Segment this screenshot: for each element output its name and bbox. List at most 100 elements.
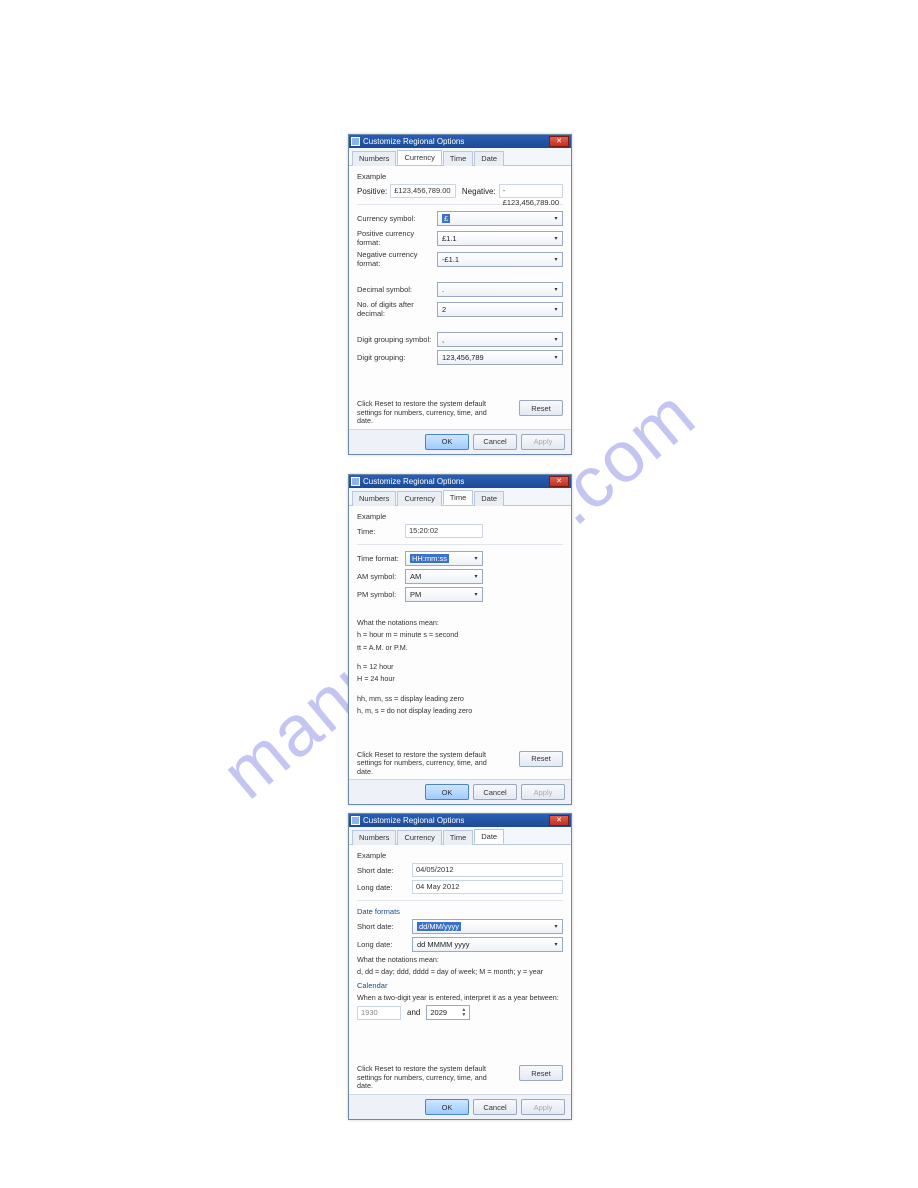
tab-currency[interactable]: Currency	[397, 830, 441, 845]
year-and: and	[407, 1008, 420, 1017]
ok-button[interactable]: OK	[425, 784, 469, 800]
notation-line: h = hour m = minute s = second	[357, 630, 563, 639]
tabstrip: Numbers Currency Time Date	[349, 827, 571, 845]
chevron-down-icon: ▾	[552, 923, 560, 931]
group-symbol-label: Digit grouping symbol:	[357, 335, 437, 344]
pm-symbol-combo[interactable]: PM ▾	[405, 587, 483, 602]
tab-time[interactable]: Time	[443, 151, 473, 166]
grouping-combo[interactable]: 123,456,789 ▾	[437, 350, 563, 365]
currency-symbol-label: Currency symbol:	[357, 214, 437, 223]
notation-line: h, m, s = do not display leading zero	[357, 706, 563, 715]
time-format-combo[interactable]: HH:mm:ss ▾	[405, 551, 483, 566]
positive-value: £123,456,789.00	[390, 184, 456, 198]
combo-text: .	[442, 285, 444, 294]
pm-symbol-label: PM symbol:	[357, 590, 405, 599]
tab-numbers[interactable]: Numbers	[352, 491, 396, 506]
combo-text: £	[442, 214, 450, 223]
app-icon	[351, 477, 360, 486]
notation-line: tt = A.M. or P.M.	[357, 643, 563, 652]
combo-text: -£1.1	[442, 255, 459, 264]
long-fmt-combo[interactable]: dd MMMM yyyy ▾	[412, 937, 563, 952]
positive-format-label: Positive currency format:	[357, 229, 437, 247]
combo-text: PM	[410, 590, 421, 599]
group-symbol-combo[interactable]: , ▾	[437, 332, 563, 347]
chevron-down-icon: ▾	[552, 286, 560, 294]
positive-format-combo[interactable]: £1.1 ▾	[437, 231, 563, 246]
combo-text: 123,456,789	[442, 353, 484, 362]
tab-time[interactable]: Time	[443, 830, 473, 845]
combo-text: dd/MM/yyyy	[417, 922, 461, 931]
tab-date[interactable]: Date	[474, 829, 504, 844]
notation-line: h = 12 hour	[357, 662, 563, 671]
tab-currency[interactable]: Currency	[397, 150, 441, 165]
currency-symbol-combo[interactable]: £ ▾	[437, 211, 563, 226]
tab-currency[interactable]: Currency	[397, 491, 441, 506]
time-format-label: Time format:	[357, 554, 405, 563]
chevron-down-icon: ▾	[472, 555, 480, 563]
tabstrip: Numbers Currency Time Date	[349, 148, 571, 166]
cancel-button[interactable]: Cancel	[473, 784, 517, 800]
close-button[interactable]: ✕	[549, 815, 569, 826]
time-label: Time:	[357, 527, 405, 536]
date-notations-title: What the notations mean:	[357, 955, 563, 964]
combo-text: AM	[410, 572, 421, 581]
negative-format-combo[interactable]: -£1.1 ▾	[437, 252, 563, 267]
chevron-down-icon: ▾	[552, 305, 560, 313]
short-date-value: 04/05/2012	[412, 863, 563, 877]
spinner-arrows-icon: ▲▼	[461, 1008, 466, 1018]
combo-text: dd MMMM yyyy	[417, 940, 470, 949]
cancel-button[interactable]: Cancel	[473, 434, 517, 450]
year-to-value: 2029	[430, 1008, 447, 1017]
example-label: Example	[357, 512, 563, 521]
chevron-down-icon: ▾	[552, 354, 560, 362]
cancel-button[interactable]: Cancel	[473, 1099, 517, 1115]
reset-text: Click Reset to restore the system defaul…	[357, 751, 487, 777]
long-fmt-label: Long date:	[357, 940, 412, 949]
ok-button[interactable]: OK	[425, 1099, 469, 1115]
combo-text: £1.1	[442, 234, 457, 243]
apply-button[interactable]: Apply	[521, 784, 565, 800]
app-icon	[351, 816, 360, 825]
am-symbol-combo[interactable]: AM ▾	[405, 569, 483, 584]
dialog-currency: Customize Regional Options ✕ Numbers Cur…	[348, 134, 572, 455]
notations-title: What the notations mean:	[357, 618, 563, 627]
apply-button[interactable]: Apply	[521, 1099, 565, 1115]
date-notations-text: d, dd = day; ddd, dddd = day of week; M …	[357, 967, 563, 976]
tab-date[interactable]: Date	[474, 151, 504, 166]
calendar-title: Calendar	[357, 981, 563, 990]
reset-button[interactable]: Reset	[519, 400, 563, 416]
grouping-label: Digit grouping:	[357, 353, 437, 362]
time-value: 15:20:02	[405, 524, 483, 538]
reset-button[interactable]: Reset	[519, 751, 563, 767]
example-label: Example	[357, 172, 563, 181]
calendar-text: When a two-digit year is entered, interp…	[357, 993, 563, 1002]
date-formats-title: Date formats	[357, 907, 563, 916]
close-button[interactable]: ✕	[549, 476, 569, 487]
chevron-down-icon: ▾	[552, 941, 560, 949]
combo-text: ,	[442, 335, 444, 344]
decimal-symbol-combo[interactable]: . ▾	[437, 282, 563, 297]
close-button[interactable]: ✕	[549, 136, 569, 147]
dialog-date: Customize Regional Options ✕ Numbers Cur…	[348, 813, 572, 1120]
ok-button[interactable]: OK	[425, 434, 469, 450]
tab-numbers[interactable]: Numbers	[352, 830, 396, 845]
apply-button[interactable]: Apply	[521, 434, 565, 450]
reset-button[interactable]: Reset	[519, 1065, 563, 1081]
tab-time[interactable]: Time	[443, 490, 473, 505]
short-fmt-combo[interactable]: dd/MM/yyyy ▾	[412, 919, 563, 934]
tab-date[interactable]: Date	[474, 491, 504, 506]
tabstrip: Numbers Currency Time Date	[349, 488, 571, 506]
app-icon	[351, 137, 360, 146]
year-to-spinner[interactable]: 2029 ▲▼	[426, 1005, 470, 1020]
titlebar: Customize Regional Options ✕	[349, 814, 571, 827]
notation-line: H = 24 hour	[357, 674, 563, 683]
short-fmt-label: Short date:	[357, 922, 412, 931]
notation-line: hh, mm, ss = display leading zero	[357, 694, 563, 703]
window-title: Customize Regional Options	[363, 137, 464, 146]
digits-after-combo[interactable]: 2 ▾	[437, 302, 563, 317]
dialog-time: Customize Regional Options ✕ Numbers Cur…	[348, 474, 572, 805]
chevron-down-icon: ▾	[552, 255, 560, 263]
tab-numbers[interactable]: Numbers	[352, 151, 396, 166]
decimal-symbol-label: Decimal symbol:	[357, 285, 437, 294]
chevron-down-icon: ▾	[552, 234, 560, 242]
